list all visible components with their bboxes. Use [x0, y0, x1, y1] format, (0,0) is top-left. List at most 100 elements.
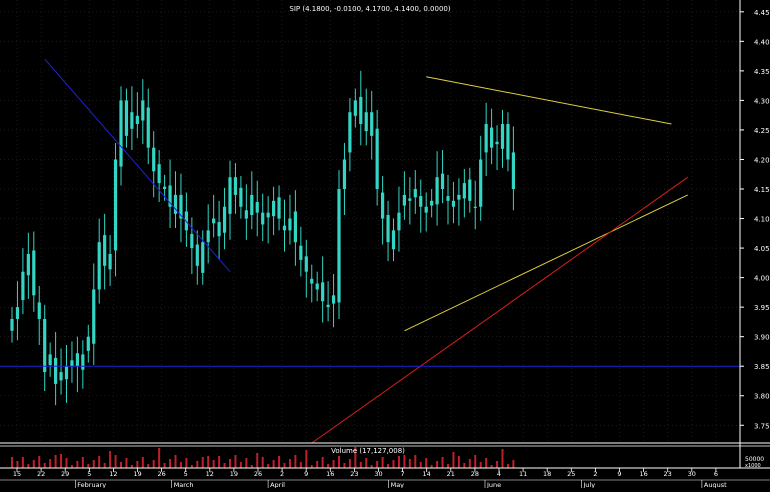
volume-bar	[11, 457, 13, 468]
candle-body	[64, 366, 69, 380]
candle-body	[163, 186, 167, 190]
volume-bar	[87, 464, 90, 468]
candle-body	[326, 304, 330, 308]
volume-bar	[141, 457, 144, 468]
candle-body	[250, 194, 254, 216]
volume-bar	[343, 463, 346, 468]
volume-bar	[256, 453, 259, 468]
candle-body	[413, 189, 417, 198]
volume-bar	[387, 464, 390, 468]
candle-body	[222, 206, 227, 233]
candle-body	[37, 302, 41, 319]
x-tick-label: 9	[617, 470, 621, 478]
volume-bar	[92, 460, 95, 468]
volume-bar	[76, 461, 79, 468]
y-tick-label: 4.05	[754, 245, 770, 253]
x-tick-label: 16	[639, 470, 647, 478]
candle-body	[337, 189, 341, 303]
volume-bar	[272, 460, 275, 468]
volume-bar	[43, 463, 46, 468]
volume-bar	[163, 463, 166, 468]
volume-bar	[114, 455, 117, 468]
volume-bar	[16, 461, 19, 468]
candle-body	[370, 112, 374, 136]
y-tick-label: 4.40	[754, 38, 770, 46]
candle-body	[255, 202, 259, 213]
candle-body	[54, 357, 58, 384]
candle-body	[364, 112, 368, 132]
y-tick-label: 4.15	[754, 186, 770, 194]
x-tick-label: 4	[497, 470, 501, 478]
candle-body	[195, 244, 199, 266]
candle-body	[440, 173, 445, 190]
volume-bar	[397, 456, 400, 468]
volume-bar	[54, 455, 57, 468]
volume-bar	[425, 458, 428, 468]
x-tick-label: 21	[447, 470, 455, 478]
x-tick-label: 23	[664, 470, 672, 478]
candle-body	[212, 218, 216, 224]
volume-bar	[381, 457, 384, 468]
volume-bar	[419, 462, 422, 468]
month-label: March	[174, 481, 194, 488]
candle-body	[97, 242, 101, 290]
candle-body	[457, 194, 461, 200]
volume-bar	[332, 460, 335, 468]
month-label: June	[486, 481, 501, 488]
candle-body	[130, 112, 134, 129]
candle-body	[479, 159, 483, 207]
volume-bar	[245, 458, 248, 468]
y-tick-label: 4.35	[754, 68, 770, 76]
candle-body	[419, 196, 423, 207]
candle-body	[135, 115, 139, 125]
volume-bar	[201, 457, 204, 468]
volume-tick-label: 50000	[745, 456, 764, 463]
volume-bar	[32, 460, 35, 468]
volume-bar	[179, 462, 182, 468]
candle-body	[15, 307, 20, 319]
x-tick-label: 2	[593, 470, 597, 478]
candle-body	[402, 194, 406, 206]
candle-body	[391, 230, 396, 250]
x-tick-label: 30	[688, 470, 696, 478]
volume-bar	[376, 461, 379, 468]
candle-body	[75, 353, 79, 367]
volume-bar	[125, 458, 128, 468]
candle-body	[190, 233, 194, 249]
y-tick-label: 4.45	[754, 9, 770, 17]
volume-bar	[447, 464, 449, 468]
candle-body	[277, 197, 281, 219]
candle-body	[490, 127, 494, 148]
candle-body	[21, 271, 25, 301]
volume-tick-label: x1000	[745, 463, 761, 469]
volume-bar	[49, 459, 52, 468]
candle-body	[282, 225, 287, 231]
candle-body	[446, 196, 450, 201]
candle-body	[484, 124, 488, 153]
volume-bar	[278, 456, 281, 468]
candle-body	[124, 100, 129, 136]
x-tick-label: 11	[519, 470, 527, 478]
candle-body	[408, 198, 412, 201]
y-tick-label: 3.95	[754, 304, 770, 312]
candle-body	[261, 212, 265, 225]
y-tick-label: 4.10	[754, 216, 770, 224]
candle-body	[228, 177, 232, 214]
volume-bar	[506, 464, 509, 468]
candle-body	[59, 372, 63, 381]
candle-body	[43, 318, 47, 373]
candle-body	[348, 112, 352, 153]
candle-body	[157, 164, 161, 184]
candle-body	[206, 230, 210, 243]
candle-body	[342, 159, 347, 190]
volume-bar	[152, 460, 155, 468]
candle-body	[26, 253, 30, 276]
volume-bar	[261, 457, 264, 468]
volume-bar	[501, 449, 504, 468]
volume-bar	[338, 456, 340, 468]
volume-bar	[223, 463, 226, 468]
candle-body	[233, 177, 238, 195]
volume-bar	[185, 458, 188, 468]
candle-body	[506, 124, 510, 160]
candle-body	[201, 242, 205, 273]
